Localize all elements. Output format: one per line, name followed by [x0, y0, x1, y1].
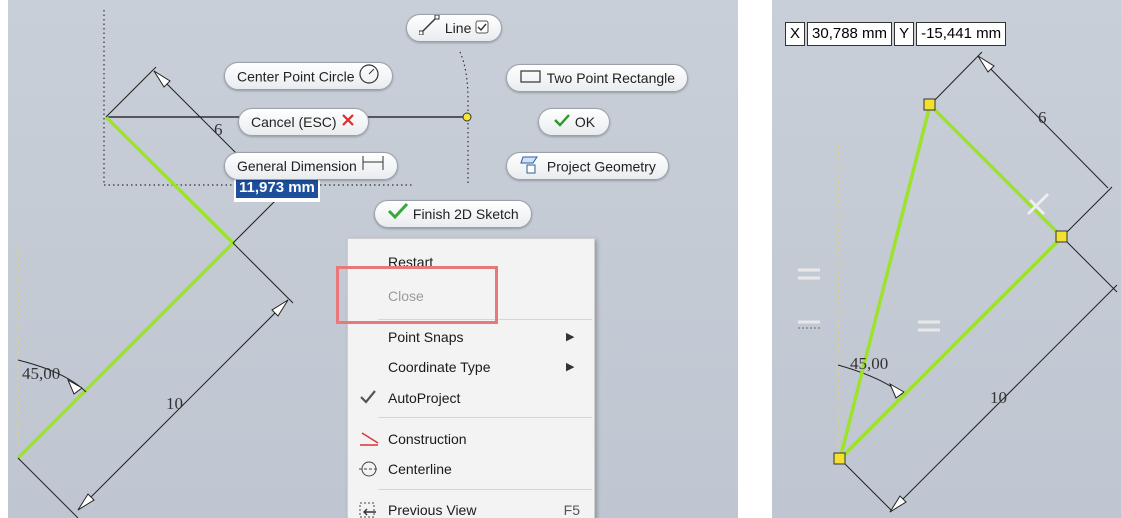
- previous-view-shortcut: F5: [563, 502, 580, 518]
- submenu-arrow-icon: ▶: [566, 331, 575, 343]
- cancel-label: Cancel (ESC): [251, 114, 337, 130]
- dimension-10[interactable]: 10: [990, 388, 1007, 408]
- ok-label: OK: [574, 114, 596, 130]
- project-geometry-icon: [519, 153, 543, 183]
- menu-separator: [378, 417, 592, 418]
- menu-item-autoproject[interactable]: AutoProject: [348, 383, 594, 413]
- project-geometry-button[interactable]: Project Geometry: [506, 152, 669, 180]
- menu-separator: [378, 489, 592, 490]
- vertex-marker-top[interactable]: [923, 98, 936, 111]
- line-icon: [418, 14, 441, 43]
- cancel-button[interactable]: Cancel (ESC): [238, 108, 370, 136]
- sketch-canvas-right[interactable]: X 30,788 mm Y -15,441 mm 6 10 45,00: [772, 0, 1121, 518]
- menu-item-previous-view[interactable]: Previous View F5: [348, 495, 594, 518]
- finish-2d-sketch-button[interactable]: Finish 2D Sketch: [374, 200, 532, 228]
- menu-item-construction[interactable]: Construction: [348, 424, 594, 454]
- sketch-canvas-left[interactable]: 6 10 45,00 11,973 mm Line Center Point C…: [8, 0, 738, 518]
- project-geometry-label: Project Geometry: [546, 158, 656, 175]
- circle-icon: [358, 63, 380, 93]
- close-highlight-box: [336, 266, 498, 324]
- ok-button[interactable]: OK: [538, 108, 611, 136]
- autoproject-label: AutoProject: [388, 390, 461, 406]
- center-point-circle-label: Center Point Circle: [237, 68, 355, 85]
- line-label: Line: [444, 20, 472, 36]
- checkbox-icon: [475, 16, 489, 42]
- coordinate-input-bar[interactable]: X 30,788 mm Y -15,441 mm: [785, 22, 1008, 48]
- vertex-marker-right[interactable]: [1055, 230, 1068, 243]
- sketch-triangle[interactable]: [838, 101, 1065, 461]
- finish-2d-sketch-label: Finish 2D Sketch: [412, 206, 519, 222]
- line-button[interactable]: Line: [406, 14, 503, 43]
- center-point-circle-button[interactable]: Center Point Circle: [224, 62, 394, 93]
- coordinate-type-label: Coordinate Type: [388, 359, 491, 375]
- menu-item-centerline[interactable]: Centerline: [348, 454, 594, 484]
- vertex-marker-bottom[interactable]: [833, 452, 846, 465]
- dimension-6[interactable]: 6: [214, 120, 223, 140]
- autoproject-check-icon: [358, 388, 378, 409]
- endpoint-marker: [462, 112, 472, 122]
- ok-check-icon: [553, 110, 571, 136]
- x-label: X: [785, 22, 806, 46]
- two-point-rectangle-button[interactable]: Two Point Rectangle: [506, 64, 689, 92]
- previous-view-icon: [358, 500, 380, 518]
- centerline-label: Centerline: [388, 461, 452, 477]
- submenu-arrow-icon: ▶: [566, 361, 575, 373]
- cancel-x-icon: [340, 110, 356, 136]
- two-point-rectangle-label: Two Point Rectangle: [546, 70, 676, 86]
- dimension-6[interactable]: 6: [1038, 108, 1047, 128]
- construction-icon: [358, 429, 380, 450]
- dimension-icon: [361, 154, 385, 180]
- menu-item-point-snaps[interactable]: Point Snaps ▶: [348, 322, 594, 352]
- fix-constraint-icon: [798, 320, 820, 329]
- right-sketch-geometry: [798, 51, 1118, 513]
- menu-item-coordinate-type[interactable]: Coordinate Type ▶: [348, 352, 594, 382]
- angle-dimension[interactable]: 45,00: [850, 354, 888, 374]
- x-value[interactable]: 30,788 mm: [807, 22, 893, 46]
- y-label: Y: [894, 22, 915, 46]
- point-snaps-label: Point Snaps: [388, 329, 464, 345]
- dimension-input-value: 11,973 mm: [236, 178, 318, 198]
- general-dimension-button[interactable]: General Dimension: [224, 152, 398, 180]
- centerline-icon: [358, 459, 380, 482]
- finish-sketch-check-icon: [387, 202, 409, 228]
- sketch-polyline[interactable]: [16, 115, 236, 460]
- previous-view-label: Previous View: [388, 502, 477, 518]
- construction-label: Construction: [388, 431, 467, 447]
- dimension-10[interactable]: 10: [166, 394, 183, 414]
- rectangle-icon: [519, 66, 543, 92]
- general-dimension-label: General Dimension: [237, 158, 357, 174]
- y-value[interactable]: -15,441 mm: [916, 22, 1007, 46]
- angle-dimension[interactable]: 45,00: [22, 364, 60, 384]
